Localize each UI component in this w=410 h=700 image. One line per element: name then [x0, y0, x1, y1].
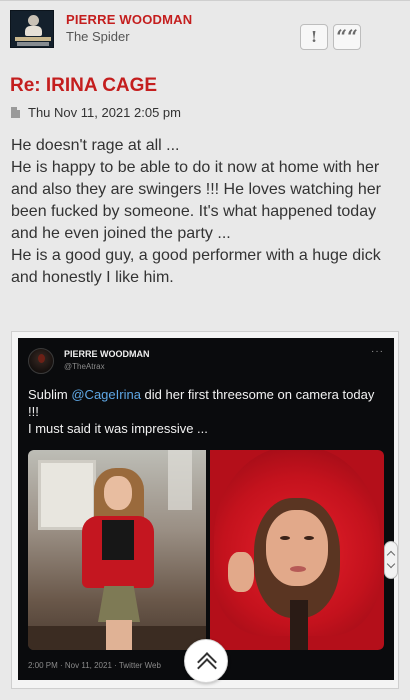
post-body: He doesn't rage at all ... He is happy t… [11, 135, 403, 289]
tweet-mention-link[interactable]: @CageIrina [71, 387, 141, 402]
photo-eye-shape [304, 536, 314, 540]
photo-hand-shape [228, 552, 254, 592]
tweet-author-name[interactable]: PIERRE WOODMAN [64, 349, 150, 359]
photo-face-shape [104, 476, 132, 510]
scroll-stepper[interactable] [384, 541, 398, 579]
post-title[interactable]: Re: IRINA CAGE [10, 75, 157, 97]
tweet-photo-left[interactable] [28, 450, 206, 650]
author-name-link[interactable]: PIERRE WOODMAN [66, 12, 192, 27]
embedded-tweet[interactable]: PIERRE WOODMAN @TheAtrax ··· Sublim @Cag… [18, 338, 394, 680]
photo-lamp-shape [168, 450, 192, 510]
avatar-bar-shape [15, 37, 51, 41]
author-avatar[interactable] [10, 10, 54, 48]
post-body-paragraph: He doesn't rage at all ... [11, 137, 180, 154]
tweet-author-handle[interactable]: @TheAtrax [64, 362, 105, 371]
post-author-row: PIERRE WOODMAN The Spider ! ““ [10, 10, 400, 54]
report-button[interactable]: ! [300, 24, 328, 50]
post-date: Thu Nov 11, 2021 2:05 pm [28, 105, 181, 120]
photo-skirt-shape [98, 586, 140, 622]
avatar-head-shape [28, 15, 39, 26]
post-container: PIERRE WOODMAN The Spider ! ““ Re: IRINA… [0, 0, 410, 700]
chevron-down-icon[interactable] [386, 559, 396, 569]
photo-legs-shape [106, 620, 132, 650]
tweet-text: Sublim @CageIrina did her first threesom… [28, 386, 384, 437]
post-body-paragraph: He is happy to be able to do it now at h… [11, 159, 381, 242]
photo-lips-shape [290, 566, 306, 572]
back-to-top-button[interactable] [184, 639, 228, 683]
avatar-letters-shape [17, 42, 49, 46]
tweet-timestamp[interactable]: 2:00 PM · Nov 11, 2021 · Twitter Web [28, 661, 161, 670]
avatar-skull-shape [25, 26, 42, 36]
tweet-photo-right[interactable] [210, 450, 384, 650]
chevron-up-icon[interactable] [386, 550, 396, 560]
more-options-icon[interactable]: ··· [371, 346, 384, 357]
quote-icon: ““ [336, 25, 358, 48]
post-body-paragraph: He is a good guy, a good performer with … [11, 247, 381, 286]
photo-eye-shape [280, 536, 290, 540]
tweet-text-line2: I must said it was impressive ... [28, 421, 208, 436]
photo-face-shape [266, 510, 328, 586]
tweet-avatar[interactable] [28, 348, 54, 374]
author-rank: The Spider [66, 29, 130, 44]
tweet-text-pre: Sublim [28, 387, 72, 402]
photo-top-shape [102, 520, 134, 560]
report-icon: ! [310, 28, 318, 46]
quote-button[interactable]: ““ [333, 24, 361, 50]
post-meta: Thu Nov 11, 2021 2:05 pm [11, 105, 181, 120]
document-icon[interactable] [11, 107, 20, 118]
embedded-tweet-frame: PIERRE WOODMAN @TheAtrax ··· Sublim @Cag… [11, 331, 399, 689]
photo-zipper-shape [290, 600, 308, 650]
